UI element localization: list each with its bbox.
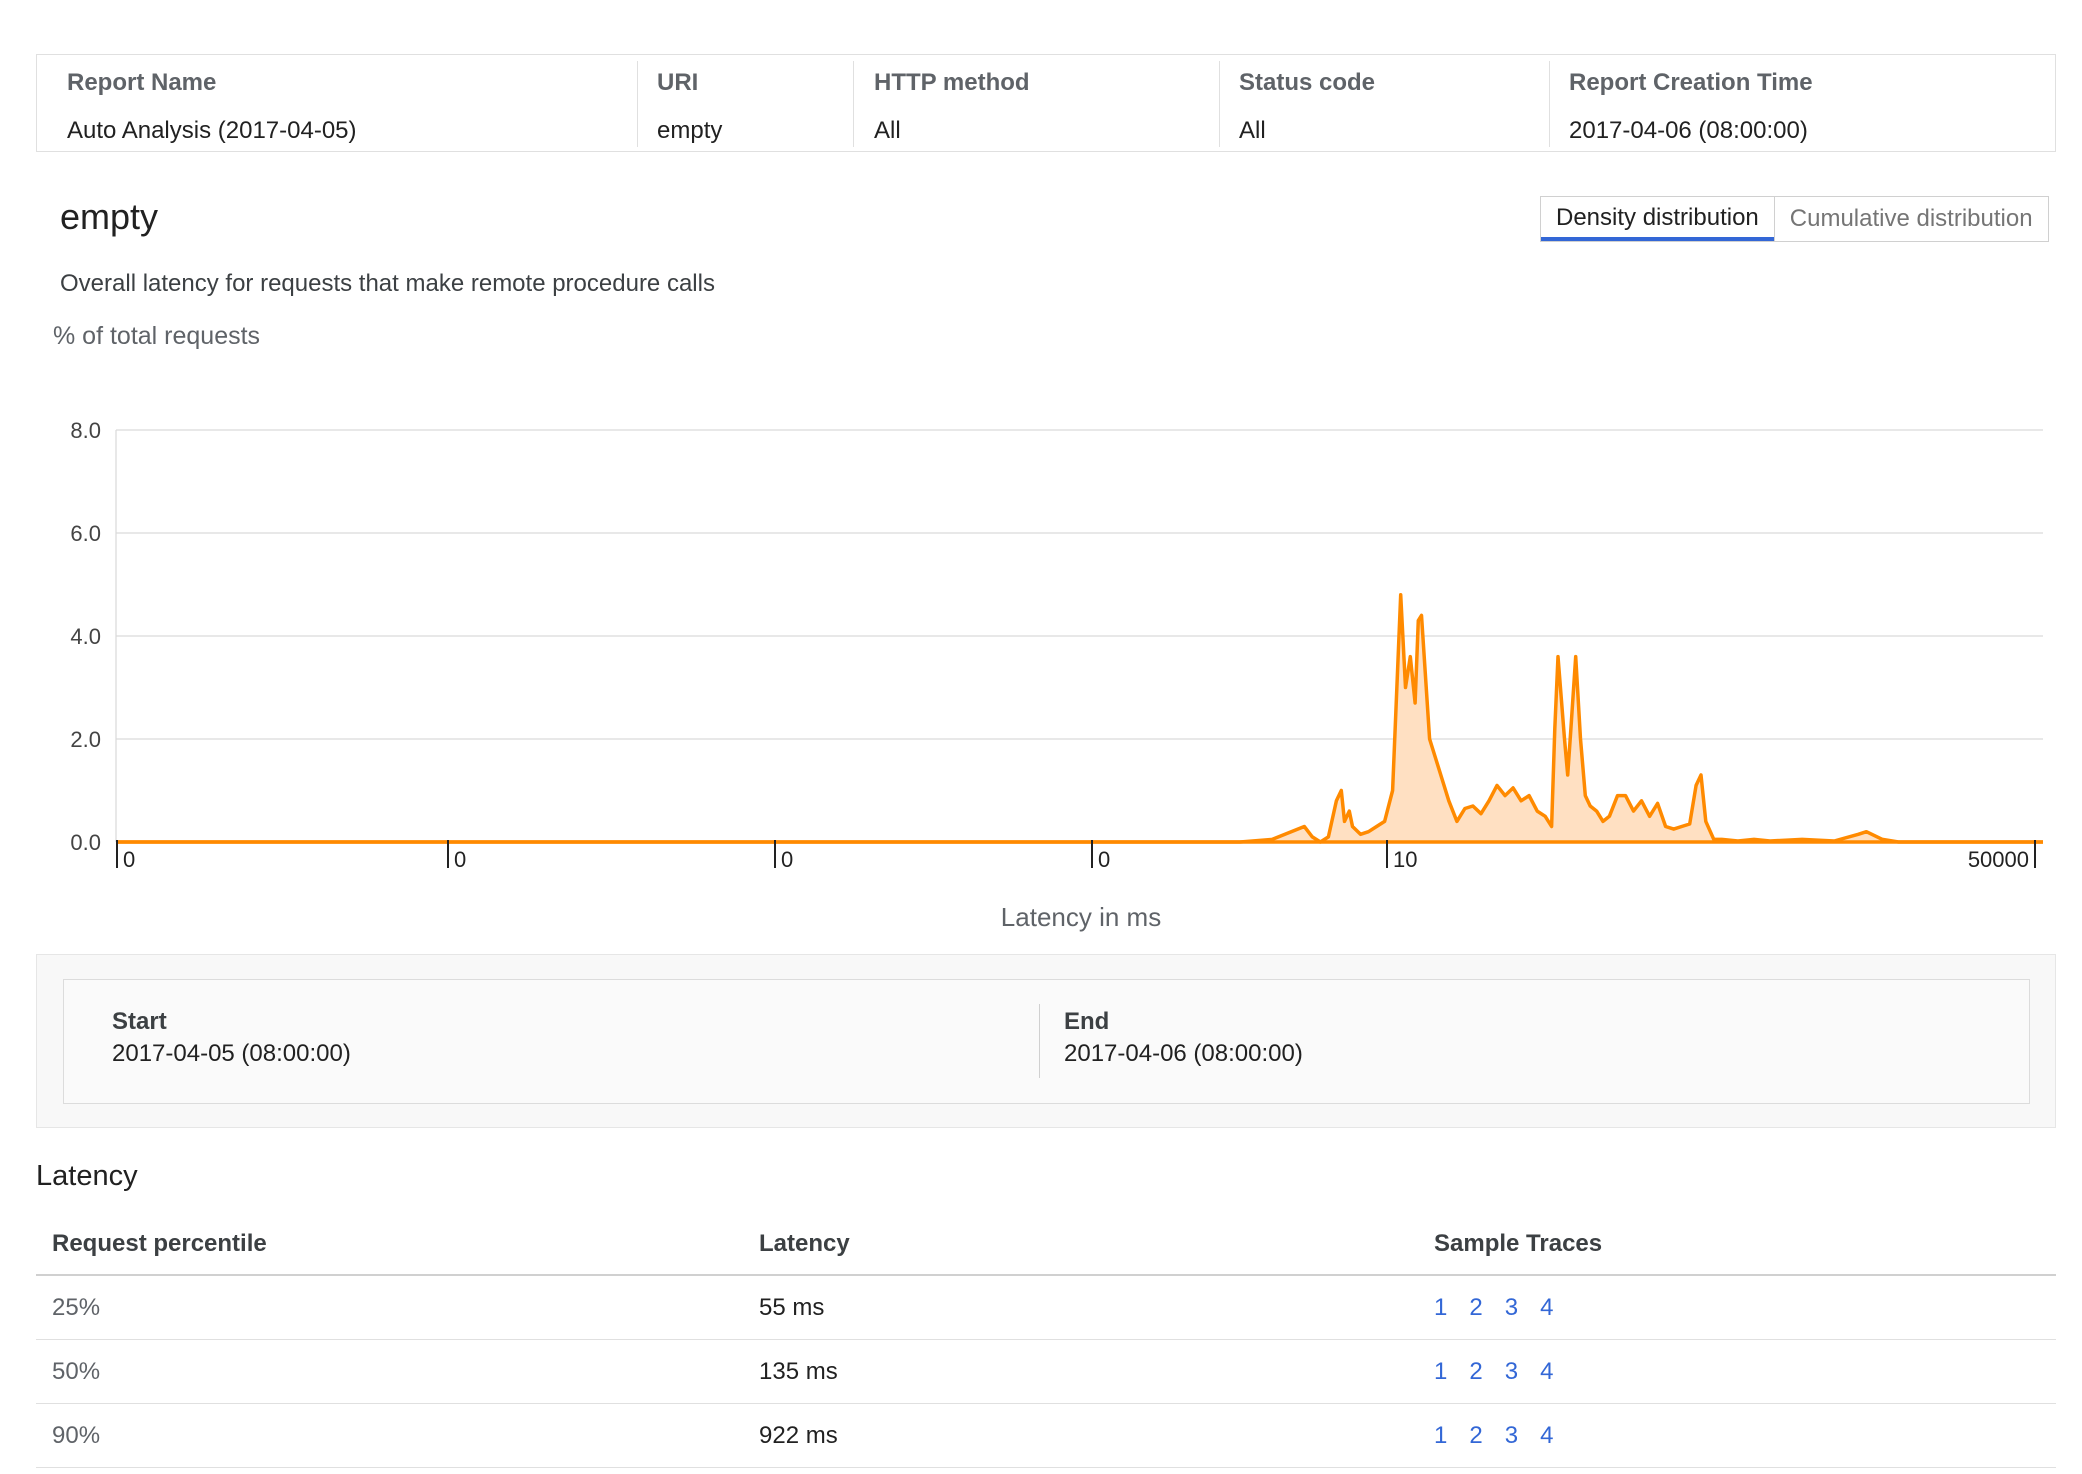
column-divider <box>1219 61 1220 147</box>
report-summary-table: Report Name Auto Analysis (2017-04-05) U… <box>36 54 2056 152</box>
trace-link[interactable]: 2 <box>1469 1422 1482 1449</box>
x-tick-label: 50000 <box>1968 847 2029 872</box>
table-row: 50% 135 ms 1234 <box>36 1340 2056 1404</box>
trace-link[interactable]: 4 <box>1540 1294 1553 1321</box>
status-code-label: Status code <box>1239 69 1376 96</box>
latency-density-chart: 8.0 6.0 4.0 2.0 0.0 0 0 0 0 10 50000 <box>70 418 2043 872</box>
range-end-label: End <box>1064 1008 1110 1035</box>
x-tick-label: 0 <box>781 847 793 872</box>
x-tick-label: 0 <box>123 847 135 872</box>
header-request-percentile: Request percentile <box>52 1230 267 1257</box>
report-subtitle: Overall latency for requests that make r… <box>60 270 715 297</box>
chart-x-axis-label: Latency in ms <box>1000 902 1162 932</box>
trace-link[interactable]: 3 <box>1505 1294 1518 1321</box>
x-tick-label: 0 <box>454 847 466 872</box>
latency-table: Request percentile Latency Sample Traces… <box>36 1210 2056 1468</box>
latency-cell: 922 ms <box>759 1422 838 1449</box>
y-tick-label: 4.0 <box>70 624 101 649</box>
table-row: 90% 922 ms 1234 <box>36 1404 2056 1468</box>
sample-traces-cell: 1234 <box>1434 1358 1575 1386</box>
latency-cell: 135 ms <box>759 1358 838 1385</box>
range-divider <box>1039 1004 1040 1078</box>
x-tick-label: 10 <box>1393 847 1417 872</box>
column-divider <box>853 61 854 147</box>
tab-cumulative-distribution[interactable]: Cumulative distribution <box>1773 197 2048 241</box>
trace-link[interactable]: 1 <box>1434 1294 1447 1321</box>
distribution-tabs: Density distribution Cumulative distribu… <box>1540 196 2049 242</box>
density-area-fill <box>116 594 2043 842</box>
uri-label: URI <box>657 69 699 96</box>
latency-table-header: Request percentile Latency Sample Traces <box>36 1210 2056 1276</box>
report-name-value: Auto Analysis (2017-04-05) <box>67 117 357 144</box>
http-method-value: All <box>874 117 901 144</box>
y-tick-label: 6.0 <box>70 521 101 546</box>
percentile-cell: 50% <box>52 1358 101 1385</box>
trace-link[interactable]: 2 <box>1469 1358 1482 1385</box>
x-tick-label: 0 <box>1098 847 1110 872</box>
y-tick-label: 2.0 <box>70 727 101 752</box>
trace-link[interactable]: 4 <box>1540 1422 1553 1449</box>
trace-link[interactable]: 3 <box>1505 1422 1518 1449</box>
chart-y-ticks: 8.0 6.0 4.0 2.0 0.0 <box>70 418 101 855</box>
range-start-value: 2017-04-05 (08:00:00) <box>112 1040 351 1067</box>
trace-link[interactable]: 2 <box>1469 1294 1482 1321</box>
column-divider <box>1549 61 1550 147</box>
trace-link[interactable]: 1 <box>1434 1358 1447 1385</box>
http-method-label: HTTP method <box>874 69 1030 96</box>
tab-density-distribution[interactable]: Density distribution <box>1541 197 1774 241</box>
trace-link[interactable]: 3 <box>1505 1358 1518 1385</box>
range-end-value: 2017-04-06 (08:00:00) <box>1064 1040 1303 1067</box>
report-name-label: Report Name <box>67 69 217 96</box>
latency-section-title: Latency <box>36 1160 138 1192</box>
percentile-cell: 90% <box>52 1422 101 1449</box>
uri-value: empty <box>657 117 723 144</box>
trace-link[interactable]: 4 <box>1540 1358 1553 1385</box>
column-divider <box>637 61 638 147</box>
y-tick-label: 8.0 <box>70 418 101 443</box>
chart-gridlines <box>115 429 2043 843</box>
time-range-box <box>63 979 2030 1104</box>
chart-x-ticks: 0 0 0 0 10 50000 <box>116 840 2036 872</box>
sample-traces-cell: 1234 <box>1434 1294 1575 1322</box>
y-tick-label: 0.0 <box>70 830 101 855</box>
creation-time-value: 2017-04-06 (08:00:00) <box>1569 117 1808 144</box>
range-start-label: Start <box>112 1008 167 1035</box>
status-code-value: All <box>1239 117 1266 144</box>
latency-cell: 55 ms <box>759 1294 825 1321</box>
chart-y-axis-label: % of total requests <box>53 322 261 350</box>
table-row: 25% 55 ms 1234 <box>36 1276 2056 1340</box>
sample-traces-cell: 1234 <box>1434 1422 1575 1450</box>
header-latency: Latency <box>759 1230 850 1257</box>
percentile-cell: 25% <box>52 1294 101 1321</box>
trace-link[interactable]: 1 <box>1434 1422 1447 1449</box>
density-series-line <box>116 593 2043 844</box>
report-title: empty <box>60 196 159 237</box>
creation-time-label: Report Creation Time <box>1569 69 1813 96</box>
header-sample-traces: Sample Traces <box>1434 1230 1603 1257</box>
